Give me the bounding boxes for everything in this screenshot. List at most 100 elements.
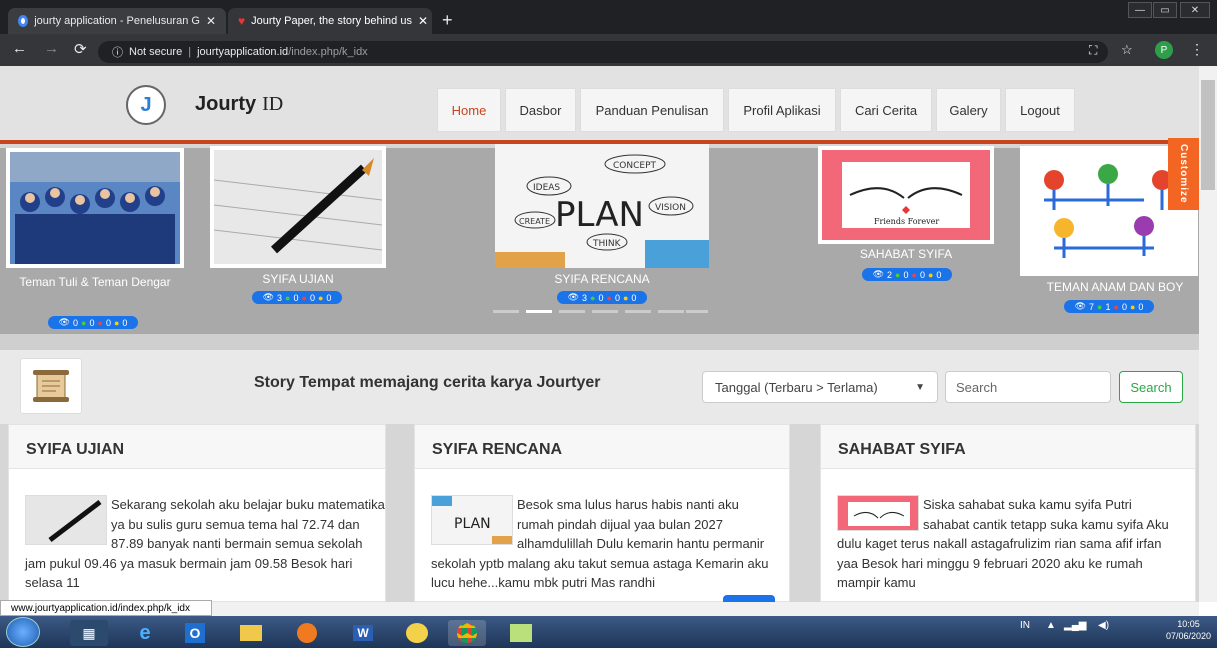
nav-galery[interactable]: Galery <box>936 88 1001 132</box>
volume-icon[interactable]: ◀) <box>1098 620 1109 631</box>
likes-count: 0 <box>903 269 909 280</box>
dislike-icon: ● <box>301 292 307 303</box>
carousel-indicator[interactable] <box>658 310 684 313</box>
customize-button[interactable]: Customize <box>1168 138 1199 210</box>
eye-icon: 👁 <box>1074 301 1087 311</box>
nav-logout[interactable]: Logout <box>1005 88 1075 132</box>
clock-time: 10:05 <box>1177 619 1200 629</box>
idea-word: IDEAS <box>533 183 560 193</box>
star-icon[interactable]: ☆ <box>1121 42 1133 58</box>
paint-icon[interactable] <box>398 620 436 646</box>
eye-icon: 👁 <box>58 317 71 327</box>
tab-title: Jourty Paper, the story behind us <box>251 15 412 27</box>
nav-cari[interactable]: Cari Cerita <box>840 88 932 132</box>
security-label: Not secure <box>129 46 183 58</box>
google-icon <box>18 15 29 27</box>
site-brand[interactable]: Jourty ID <box>195 93 283 116</box>
webpage: J Jourty ID Home Dasbor Panduan Penulisan… <box>0 66 1199 602</box>
sort-value: Tanggal (Terbaru > Terlama) <box>715 379 878 395</box>
dislikes-count: 0 <box>105 317 111 328</box>
calendar-app-icon[interactable]: ▦ <box>70 620 108 646</box>
card-thumbnail[interactable]: PLAN <box>431 495 513 545</box>
comments-count: 0 <box>631 292 637 303</box>
eye-icon: 👁 <box>872 269 885 279</box>
carousel-indicator[interactable] <box>592 310 618 313</box>
carousel-indicator-active[interactable] <box>526 310 552 313</box>
carousel-indicator[interactable] <box>686 310 708 313</box>
carousel-indicator[interactable] <box>625 310 651 313</box>
slide-image-syifa-rencana[interactable]: PLAN IDEAS CONCEPT VISION THINK CREATE <box>495 144 709 268</box>
card-title[interactable]: SAHABAT SYIFA <box>821 425 1195 469</box>
back-icon[interactable]: ← <box>12 40 27 57</box>
maximize-button[interactable]: ▭ <box>1153 2 1177 18</box>
language-indicator[interactable]: IN <box>1020 620 1030 631</box>
url-field[interactable]: ⓘ Not secure | jourtyapplication.id/inde… <box>98 41 1108 63</box>
views-count: 0 <box>73 317 79 328</box>
story-card[interactable]: SYIFA UJIAN Sekarang sekolah aku belajar… <box>8 424 386 602</box>
slide-stats: 👁 7 ● 1 ● 0 ● 0 <box>1064 300 1154 313</box>
card-thumbnail[interactable] <box>837 495 919 531</box>
close-window-button[interactable]: ✕ <box>1180 2 1210 18</box>
outlook-icon[interactable]: O <box>176 620 214 646</box>
slide-image-syifa-ujian[interactable] <box>210 146 386 268</box>
clock[interactable]: 10:05 07/06/2020 <box>1166 618 1211 642</box>
chrome-icon[interactable] <box>448 620 486 646</box>
horizontal-scrollbar[interactable] <box>212 602 1199 616</box>
heart-icon: ♥ <box>238 14 246 28</box>
tab-jourty[interactable]: ♥ Jourty Paper, the story behind us ✕ <box>228 8 432 34</box>
url-path: /index.php/k_idx <box>288 46 368 58</box>
nav-profil[interactable]: Profil Aplikasi <box>728 88 836 132</box>
think-word: THINK <box>592 239 622 249</box>
tray-arrow-icon[interactable]: ▲ <box>1046 620 1056 631</box>
brand-name: Jourty <box>195 93 257 115</box>
tab-search[interactable]: jourty application - Penelusuran G ✕ <box>8 8 226 34</box>
nav-home[interactable]: Home <box>437 88 501 132</box>
story-card[interactable]: SAHABAT SYIFA Siska sahabat suka kamu sy… <box>820 424 1196 602</box>
card-thumbnail[interactable] <box>25 495 107 545</box>
forward-icon[interactable]: → <box>44 40 59 57</box>
card-body: Siska sahabat suka kamu syifa Putri saha… <box>837 495 1177 593</box>
firefox-icon[interactable] <box>288 620 326 646</box>
slide-caption[interactable]: TEMAN ANAM DAN BOY <box>1020 279 1199 295</box>
scrollbar-thumb[interactable] <box>1201 80 1215 190</box>
search-input[interactable] <box>945 371 1111 403</box>
ie-icon[interactable]: e <box>126 620 164 646</box>
minimize-button[interactable]: — <box>1128 2 1152 18</box>
slide-image-teman-tuli[interactable] <box>6 148 184 268</box>
story-card[interactable]: SYIFA RENCANA PLAN Besok sma lulus harus… <box>414 424 790 602</box>
word-icon[interactable]: W <box>344 620 382 646</box>
profile-avatar[interactable]: P <box>1155 41 1173 59</box>
dislike-icon: ● <box>97 317 103 328</box>
card-title[interactable]: SYIFA UJIAN <box>9 425 385 469</box>
concept-word: CONCEPT <box>613 161 656 171</box>
slide-image-sahabat[interactable]: Friends Forever <box>818 146 994 244</box>
brand-suffix: ID <box>262 93 284 115</box>
file-explorer-icon[interactable] <box>232 620 270 646</box>
slide-stats: 👁 2 ● 0 ● 0 ● 0 <box>862 268 952 281</box>
like-icon: ● <box>285 292 291 303</box>
slide-caption[interactable]: SAHABAT SYIFA <box>818 246 994 262</box>
slide-caption[interactable]: SYIFA RENCANA <box>495 271 709 287</box>
read-more-button[interactable] <box>723 595 775 602</box>
close-icon[interactable]: ✕ <box>418 14 428 28</box>
sticky-notes-icon[interactable] <box>502 620 540 646</box>
nav-dasbor[interactable]: Dasbor <box>505 88 576 132</box>
eye-icon: 👁 <box>567 292 580 302</box>
slide-caption[interactable]: Teman Tuli & Teman Dengar <box>6 274 184 290</box>
translate-icon[interactable]: ⛶ <box>1089 43 1097 58</box>
new-tab-button[interactable]: + <box>442 10 453 31</box>
carousel-indicator[interactable] <box>493 310 519 313</box>
sort-select[interactable]: Tanggal (Terbaru > Terlama) ▼ <box>702 371 938 403</box>
menu-icon[interactable]: ⋮ <box>1190 41 1204 58</box>
nav-panduan[interactable]: Panduan Penulisan <box>580 88 724 132</box>
card-title[interactable]: SYIFA RENCANA <box>415 425 789 469</box>
search-button[interactable]: Search <box>1119 371 1183 403</box>
start-button[interactable] <box>6 617 40 647</box>
reload-icon[interactable]: ⟳ <box>74 40 87 58</box>
slide-caption[interactable]: SYIFA UJIAN <box>210 271 386 287</box>
logo-icon[interactable]: J <box>126 85 166 125</box>
close-icon[interactable]: ✕ <box>206 14 216 28</box>
network-icon[interactable]: ▂▄▆ <box>1064 620 1086 631</box>
vision-word: VISION <box>655 203 686 213</box>
carousel-indicator[interactable] <box>559 310 585 313</box>
